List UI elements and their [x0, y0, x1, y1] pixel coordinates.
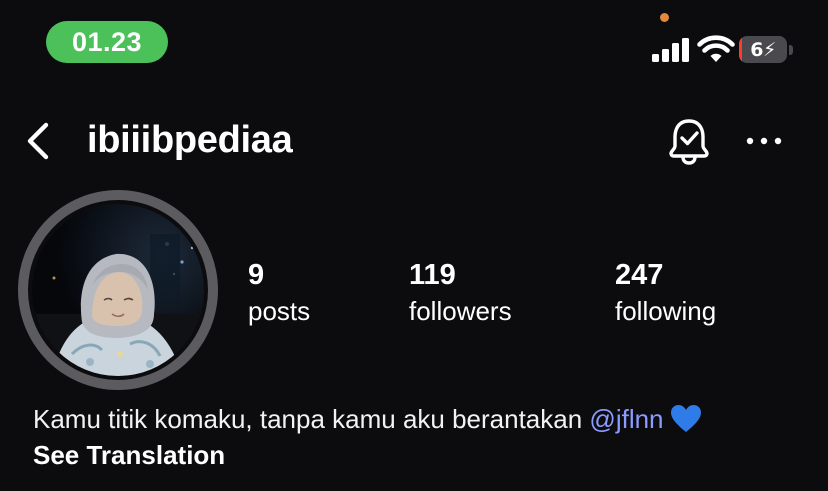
profile-bio: Kamu titik komaku, tanpa kamu aku berant…: [33, 400, 702, 438]
bio-text: Kamu titik komaku, tanpa kamu aku berant…: [33, 404, 583, 434]
privacy-indicator-dot: [660, 13, 669, 22]
followers-count: 119: [409, 259, 456, 291]
profile-username: ibiiibpediaa: [87, 119, 293, 161]
back-arrow-icon[interactable]: [22, 117, 58, 165]
battery-level-fill: [739, 36, 742, 63]
more-options-icon[interactable]: [744, 130, 784, 152]
stat-posts[interactable]: 9 posts: [248, 257, 310, 329]
stat-followers[interactable]: 119 followers: [409, 257, 512, 329]
stat-following[interactable]: 247 following: [615, 257, 716, 329]
profile-photo: [32, 204, 204, 376]
posts-count: 9: [248, 259, 265, 291]
followers-label: followers: [409, 296, 512, 326]
status-time: 01.23: [46, 21, 168, 63]
battery-percent: 6⚡: [750, 38, 776, 61]
following-count: 247: [615, 259, 664, 291]
see-translation-link[interactable]: See Translation: [33, 436, 225, 474]
charging-bolt-icon: ⚡: [762, 38, 776, 61]
blue-heart-icon: [670, 405, 701, 432]
signal-icon: [652, 38, 689, 62]
following-label: following: [615, 296, 717, 326]
notification-bell-icon[interactable]: [666, 117, 712, 165]
wifi-icon: [697, 35, 735, 62]
battery-icon: 6⚡: [739, 36, 793, 63]
posts-label: posts: [248, 296, 311, 326]
avatar[interactable]: [28, 200, 208, 380]
bio-mention-link[interactable]: @jflnn: [589, 404, 663, 434]
